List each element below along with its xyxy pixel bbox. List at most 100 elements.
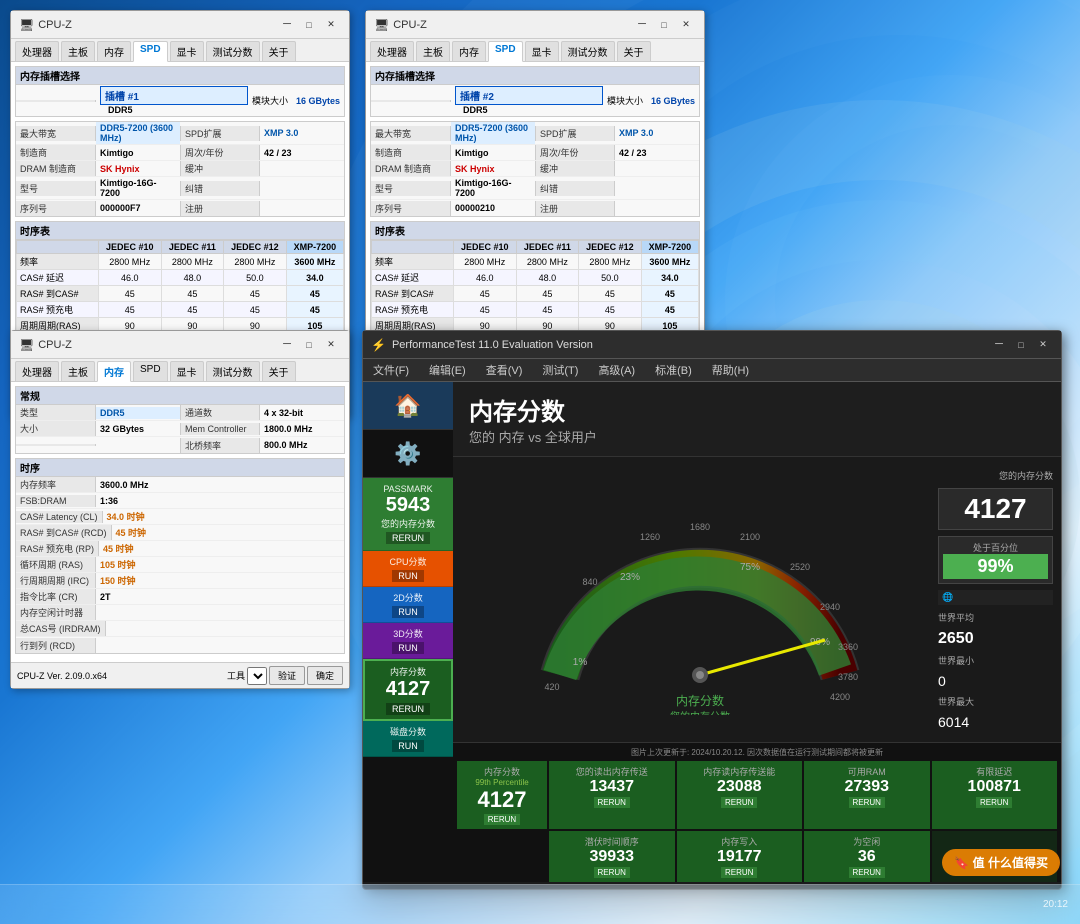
th-jedec10-2: JEDEC #10	[453, 241, 516, 254]
cas-iram-val-3	[106, 628, 345, 630]
close-perf[interactable]: ✕	[1033, 337, 1053, 353]
score-36: 为空闲 36 RERUN	[804, 831, 930, 882]
general-title-3: 常规	[16, 387, 344, 405]
twod-score-tile[interactable]: 2D分数 RUN	[363, 587, 453, 623]
tab-gpu-2[interactable]: 显卡	[525, 41, 559, 61]
menu-advanced[interactable]: 高级(A)	[588, 360, 645, 380]
tab-score-3[interactable]: 测试分数	[206, 361, 260, 381]
tab-spd-3[interactable]: SPD	[133, 361, 168, 381]
percentile-box: 处于百分位 99%	[938, 536, 1053, 584]
rerun-36[interactable]: RERUN	[849, 867, 885, 878]
perf-left-panel: 🏠 ⚙️ PASSMARK 5943 您的内存分数 RERUN CPU分数 RU…	[363, 382, 453, 882]
max-bw-row-1: 最大带宽 DDR5-7200 (3600 MHz) SPD扩展 XMP 3.0	[16, 122, 344, 145]
disk-run[interactable]: RUN	[392, 740, 424, 752]
rerun-39933[interactable]: RERUN	[594, 867, 630, 878]
restore-btn-3[interactable]: □	[299, 337, 319, 353]
slot-select-2[interactable]: 插槽 #2	[455, 86, 603, 105]
tab-board-1[interactable]: 主板	[61, 41, 95, 61]
ras-cas-val-3: 45 时钟	[112, 525, 344, 540]
row-cycle-row-3: 行周期周期 (IRC) 150 时钟	[16, 573, 344, 589]
tab-score-1[interactable]: 测试分数	[206, 41, 260, 61]
twod-run[interactable]: RUN	[392, 606, 424, 618]
tools-select-3[interactable]	[247, 667, 267, 685]
minimize-btn-3[interactable]: ─	[277, 337, 297, 353]
val-13437: 13437	[553, 778, 671, 796]
tab-memory-2[interactable]: 内存	[452, 41, 486, 61]
slot-select-1[interactable]: 插槽 #1	[100, 86, 248, 105]
tab-about-1[interactable]: 关于	[262, 41, 296, 61]
cpuz-titlebar-2: 🖥 CPU-Z ─ □ ✕	[366, 11, 704, 39]
mem-main-rerun[interactable]: RERUN	[484, 814, 520, 825]
ras-pre-label-row-1: RAS# 预充电	[17, 302, 99, 318]
threed-run[interactable]: RUN	[392, 642, 424, 654]
tab-board-2[interactable]: 主板	[416, 41, 450, 61]
memory-score-tile[interactable]: 内存分数 4127 RERUN	[363, 659, 453, 721]
tab-processor-1[interactable]: 处理器	[15, 41, 59, 61]
world-max-val: 6014	[938, 714, 1053, 730]
label-27393: 可用RAM	[808, 765, 926, 778]
home-btn[interactable]: 🏠	[363, 382, 453, 430]
minimize-perf[interactable]: ─	[989, 337, 1009, 353]
restore-btn-1[interactable]: □	[299, 17, 319, 33]
ras-cas-2: RAS# 到CAS#	[372, 286, 454, 302]
menu-view[interactable]: 查看(V)	[476, 360, 533, 380]
menu-standard[interactable]: 标准(B)	[645, 360, 702, 380]
settings-btn[interactable]: ⚙️	[363, 430, 453, 478]
slot-row-1: 插槽 #1 DDR5 模块大小 16 GBytes	[16, 85, 344, 116]
tab-memory-1[interactable]: 内存	[97, 41, 131, 61]
rerun-100871[interactable]: RERUN	[976, 797, 1012, 808]
rerun-19177[interactable]: RERUN	[721, 867, 757, 878]
tab-board-3[interactable]: 主板	[61, 361, 95, 381]
world-icon-box: 🌐	[938, 590, 1053, 605]
ras-cas-label-row-1: RAS# 到CAS#	[17, 286, 99, 302]
threed-score-tile[interactable]: 3D分数 RUN	[363, 623, 453, 659]
slot-label-2	[371, 100, 451, 102]
restore-btn-2[interactable]: □	[654, 17, 674, 33]
freq-jedec12-1: 2800 MHz	[223, 254, 286, 270]
minimize-btn-2[interactable]: ─	[632, 17, 652, 33]
rerun-13437[interactable]: RERUN	[594, 797, 630, 808]
tab-spd-2[interactable]: SPD	[488, 41, 523, 62]
disk-score-tile[interactable]: 磁盘分数 RUN	[363, 721, 453, 757]
ras-cas-xmp-1: 45	[286, 286, 343, 302]
tab-processor-3[interactable]: 处理器	[15, 361, 59, 381]
restore-perf[interactable]: □	[1011, 337, 1031, 353]
close-btn-2[interactable]: ✕	[676, 17, 696, 33]
tab-processor-2[interactable]: 处理器	[370, 41, 414, 61]
tab-about-2[interactable]: 关于	[617, 41, 651, 61]
passmark-tile[interactable]: PASSMARK 5943 您的内存分数 RERUN	[363, 478, 453, 551]
verify-btn-3[interactable]: 验证	[269, 666, 305, 685]
confirm-btn-3[interactable]: 确定	[307, 666, 343, 685]
cas-jedec10-1: 46.0	[98, 270, 161, 286]
close-btn-3[interactable]: ✕	[321, 337, 341, 353]
ras-pre-2: RAS# 预充电	[372, 302, 454, 318]
tab-memory-3[interactable]: 内存	[97, 361, 131, 382]
tab-gpu-3[interactable]: 显卡	[170, 361, 204, 381]
menu-test[interactable]: 测试(T)	[532, 360, 588, 380]
minimize-btn-1[interactable]: ─	[277, 17, 297, 33]
percentile-val: 99%	[943, 554, 1048, 579]
close-btn-1[interactable]: ✕	[321, 17, 341, 33]
menu-help[interactable]: 帮助(H)	[702, 360, 759, 380]
tab-score-2[interactable]: 测试分数	[561, 41, 615, 61]
rerun-27393[interactable]: RERUN	[849, 797, 885, 808]
tab-spd-1[interactable]: SPD	[133, 41, 168, 62]
passmark-label: PASSMARK	[367, 484, 449, 494]
cpu-score-tile[interactable]: CPU分数 RUN	[363, 551, 453, 587]
mem-rerun[interactable]: RERUN	[386, 703, 430, 715]
model-label-2: 型号	[371, 181, 451, 196]
serial-label-1: 序列号	[16, 201, 96, 216]
cpu-run[interactable]: RUN	[392, 570, 424, 582]
tab-gpu-1[interactable]: 显卡	[170, 41, 204, 61]
passmark-rerun[interactable]: RERUN	[386, 532, 430, 544]
svg-text:4200: 4200	[829, 692, 849, 702]
ras-pre-row-3: RAS# 预充电 (RP) 45 时钟	[16, 541, 344, 557]
tab-about-3[interactable]: 关于	[262, 361, 296, 381]
module-size-label-2: 模块大小	[607, 94, 643, 107]
ras-pre-xmp-1: 45	[286, 302, 343, 318]
menu-edit[interactable]: 编辑(E)	[419, 360, 476, 380]
menu-file[interactable]: 文件(F)	[363, 360, 419, 380]
passmark-sublabel: 您的内存分数	[367, 517, 449, 530]
ras-cas-label-3: RAS# 到CAS# (RCD)	[16, 525, 112, 540]
rerun-23088[interactable]: RERUN	[721, 797, 757, 808]
